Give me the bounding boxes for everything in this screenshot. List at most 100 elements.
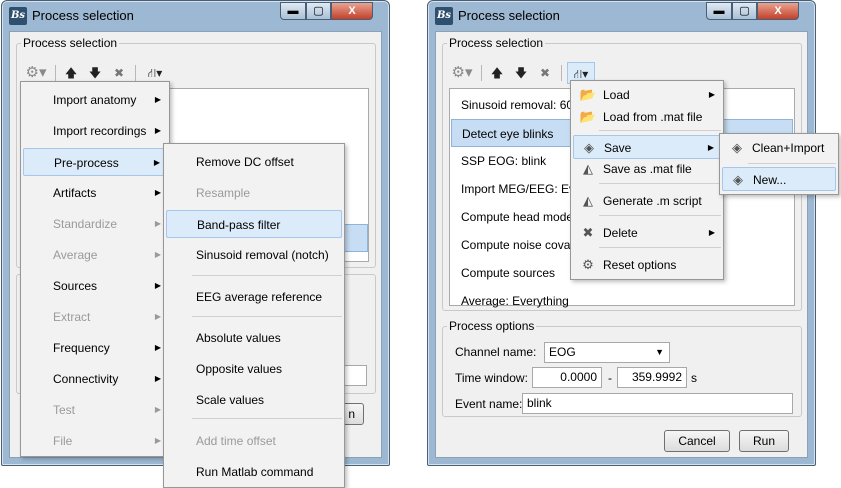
pre-process-submenu: Remove DC offset Resample Band-pass filter… [163,143,345,488]
menu-item-label: Sources [53,279,98,293]
gear-icon[interactable]: ⚙▾ [449,62,475,84]
save-submenu-item-label: New... [753,173,787,187]
submenu-item-label: Sinusoid removal (notch) [196,248,329,262]
pipeline-menu-item-generate-m-script[interactable]: ◭ Generate .m script [573,189,721,213]
menu-divider [599,215,721,216]
event-name-field[interactable]: blink [522,393,793,414]
submenu-item-run-matlab-command[interactable]: Run Matlab command [166,458,342,486]
toolbar-separator [135,65,136,81]
minimize-button[interactable]: ▬ [706,2,732,20]
submenu-item-label: Remove DC offset [196,155,294,169]
menu-divider [748,163,836,164]
pipeline-menu-item-label: Delete [603,226,638,240]
channel-name-select[interactable]: EOG ▼ [544,342,670,363]
window-title: Process selection [458,8,560,23]
list-item[interactable]: Average: Everything [451,287,793,315]
close-button[interactable]: X [757,2,799,20]
menu-item-label: Test [53,403,76,417]
pipeline-menu-item-label: Reset options [603,258,677,272]
toolbar-separator [481,65,482,81]
menu-item-connectivity[interactable]: Connectivity ▶ [23,365,167,393]
menu-item-artifacts[interactable]: Artifacts ▶ [23,179,167,207]
toolbar-separator [55,65,56,81]
cancel-button[interactable]: Cancel [664,430,730,452]
channel-name-label: Channel name: [455,345,537,359]
submenu-item-opposite-values[interactable]: Opposite values [166,355,342,383]
pipeline-menu-item-label: Save [604,141,632,155]
menu-item-label: Extract [53,310,91,324]
submenu-item-label: Add time offset [196,434,276,448]
submenu-item-scale-values[interactable]: Scale values [166,386,342,414]
chevron-right-icon: ▶ [154,312,161,321]
menu-divider [192,418,342,419]
chevron-right-icon: ▶ [154,405,161,414]
submenu-item-label: Scale values [196,393,265,407]
pipeline-menu-item-save-as-mat-file[interactable]: ◭ Save as .mat file [573,157,721,181]
submenu-item-label: Run Matlab command [196,465,314,479]
minimize-button[interactable]: ▬ [280,2,306,20]
titlebar[interactable]: Bs Process selection ▬ ▢ X [2,1,389,31]
pipeline-menu-item-load[interactable]: 📂 Load ▶ [573,83,721,107]
menu-item-frequency[interactable]: Frequency ▶ [23,334,167,362]
submenu-item-label: Absolute values [196,331,281,345]
submenu-item-remove-dc-offset[interactable]: Remove DC offset [166,148,342,176]
brainstorm-app-icon: Bs [435,7,453,25]
chevron-down-icon: ▼ [655,347,664,357]
chevron-right-icon: ▶ [708,90,715,99]
menu-item-label: Frequency [53,341,110,355]
submenu-item-label: Band-pass filter [197,218,281,232]
menu-item-pre-process[interactable]: Pre-process ▶ [23,148,167,176]
arrow-up-icon[interactable]: 🡅 [487,62,507,84]
save-submenu-item-new-[interactable]: ◈ New... [722,167,836,191]
submenu-item-eeg-average-reference[interactable]: EEG average reference [166,283,342,311]
menu-item-import-recordings[interactable]: Import recordings ▶ [23,117,167,145]
chevron-right-icon: ▶ [154,126,161,135]
pipeline-menu-item-save[interactable]: ◈ Save ▶ [573,135,721,159]
titlebar[interactable]: Bs Process selection ▬ ▢ X [428,1,815,31]
maximize-button[interactable]: ▢ [732,2,757,20]
menu-divider [192,316,342,317]
save-submenu-item-clean-import[interactable]: ◈ Clean+Import [722,136,836,160]
brainstorm-app-icon: Bs [9,7,27,25]
chevron-right-icon: ▶ [154,250,161,259]
menu-item-label: Standardize [53,217,118,231]
menu-item-label: Pre-process [54,156,119,170]
menu-item-label: Artifacts [53,186,97,200]
menu-divider [192,275,342,276]
maximize-button[interactable]: ▢ [306,2,331,20]
time-unit: s [691,371,697,385]
time-dash: - [608,371,612,385]
pipeline-menu: 📂 Load ▶ 📂 Load from .mat file ◈ Save ▶ ◭ Save as… [570,80,724,280]
chevron-right-icon: ▶ [153,158,160,167]
time-start-field[interactable]: 0.0000 [532,367,602,388]
submenu-item-absolute-values[interactable]: Absolute values [166,324,342,352]
submenu-item-band-pass-filter[interactable]: Band-pass filter [166,210,342,238]
folder-open-icon: 📂 [579,87,597,102]
menu-divider [599,130,721,131]
pipeline-menu-item-label: Load [603,88,630,102]
process-options-group: Process options Channel name: EOG ▼ Time… [442,319,802,417]
pipeline-menu-item-load-from-mat-file[interactable]: 📂 Load from .mat file [573,105,721,129]
submenu-item-add-time-offset: Add time offset [166,427,342,455]
menu-item-sources[interactable]: Sources ▶ [23,272,167,300]
time-end-field[interactable]: 359.9992 [617,367,687,388]
save-as-icon: ◭ [583,161,593,176]
group-title: Process selection [21,36,120,50]
toolbar-separator [561,65,562,81]
arrow-down-icon[interactable]: 🡇 [511,62,531,84]
run-button-label: n [348,407,355,421]
submenu-item-label: Resample [196,186,251,200]
pipeline-menu-item-reset-options[interactable]: ⚙ Reset options [573,253,721,277]
submenu-item-sinusoid-removal-notch-[interactable]: Sinusoid removal (notch) [166,241,342,269]
close-button[interactable]: X [331,2,373,20]
chevron-right-icon: ▶ [154,343,161,352]
run-button[interactable]: Run [739,430,789,452]
chevron-right-icon: ▶ [154,436,161,445]
menu-item-import-anatomy[interactable]: Import anatomy ▶ [23,86,167,114]
delete-icon[interactable]: ✖ [535,62,555,84]
channel-name-value: EOG [549,345,576,359]
pipeline-menu-item-delete[interactable]: ✖ Delete ▶ [573,221,721,245]
chevron-right-icon: ▶ [154,219,161,228]
pipeline-menu-item-label: Load from .mat file [603,110,703,124]
reset-icon: ⚙ [582,257,594,272]
